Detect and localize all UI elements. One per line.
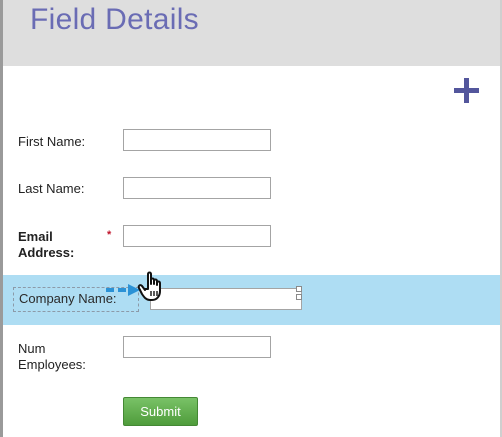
first-name-input[interactable] — [123, 129, 271, 151]
panel-header: Field Details — [3, 0, 500, 66]
email-address-input[interactable] — [123, 225, 271, 247]
required-asterisk: * — [107, 229, 112, 241]
num-employees-label-line1: Num — [18, 341, 46, 356]
last-name-input[interactable] — [123, 177, 271, 199]
num-employees-label-line2: Employees: — [18, 357, 86, 372]
resize-handle-right[interactable] — [296, 294, 302, 300]
email-address-label: Email Address: — [18, 229, 74, 261]
resize-handle-top-right[interactable] — [296, 286, 302, 292]
hand-cursor-icon — [137, 271, 161, 301]
last-name-label: Last Name: — [18, 181, 85, 196]
num-employees-input[interactable] — [123, 336, 271, 358]
submit-button[interactable]: Submit — [123, 397, 198, 426]
add-field-plus-icon[interactable] — [454, 78, 479, 103]
first-name-label: First Name: — [18, 134, 86, 149]
page-title: Field Details — [30, 3, 199, 36]
num-employees-label: Num Employees: — [18, 341, 86, 373]
email-label-line2: Address: — [18, 245, 75, 260]
email-label-line1: Email — [18, 229, 53, 244]
company-name-label: Company Name: — [19, 291, 117, 306]
